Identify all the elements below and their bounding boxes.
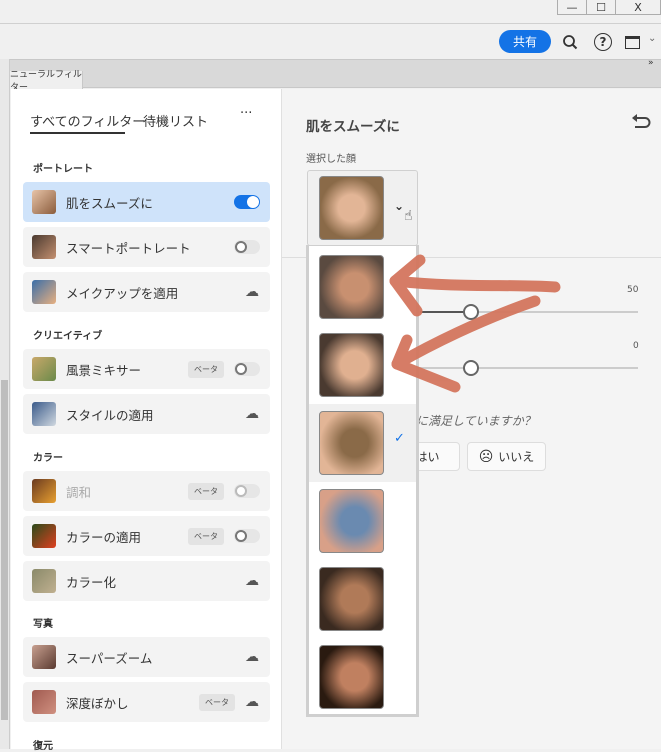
annotation-arrows (389, 254, 561, 393)
arrow-1-shaft (389, 275, 561, 293)
